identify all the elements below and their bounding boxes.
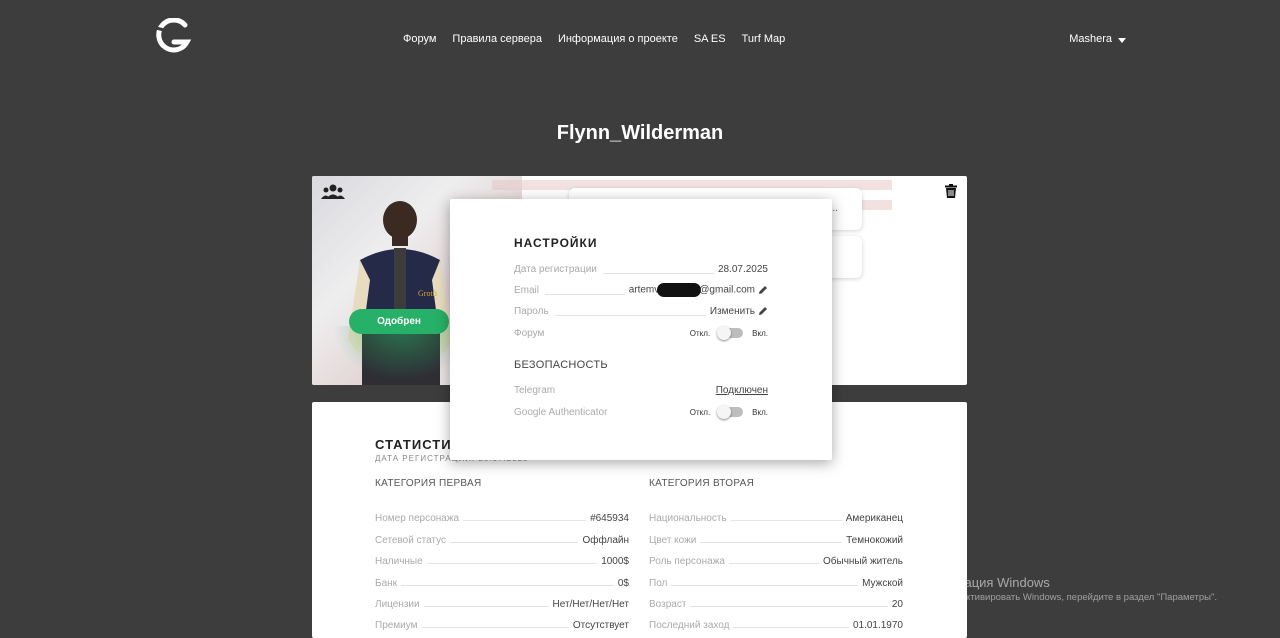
- stat-row: Наличные 1000$: [375, 546, 629, 567]
- toggle-on-label: Вкл.: [752, 407, 768, 417]
- password-row: Пароль Изменить: [514, 304, 768, 318]
- settings-modal: НАСТРОЙКИ Дата регистрации 28.07.2025 Em…: [450, 199, 832, 460]
- column-title: КАТЕГОРИЯ ВТОРАЯ: [649, 478, 755, 489]
- stat-row: Национальность Американец: [649, 503, 903, 524]
- stat-row: Пол Мужской: [649, 567, 903, 589]
- toggle-off-label: Откл.: [689, 328, 711, 338]
- pencil-icon[interactable]: [758, 285, 768, 295]
- windows-activation-subtitle: Чтобы активировать Windows, перейдите в …: [930, 592, 1217, 603]
- forum-toggle[interactable]: [717, 326, 744, 340]
- stat-row: Сетевой статус Оффлайн: [375, 524, 629, 546]
- stat-label: Пол: [649, 577, 668, 589]
- telegram-label: Telegram: [514, 384, 556, 396]
- settings-title: НАСТРОЙКИ: [514, 236, 598, 250]
- stat-label: Номер персонажа: [375, 513, 460, 525]
- google-auth-row: Google Authenticator Откл. Вкл.: [514, 405, 768, 419]
- stat-label: Наличные: [375, 556, 423, 568]
- change-password-link[interactable]: Изменить: [710, 306, 755, 317]
- stat-row: Банк 0$: [375, 567, 629, 589]
- forum-toggle-group: Откл. Вкл.: [689, 326, 768, 340]
- stat-value: Отсутствует: [572, 620, 629, 632]
- stat-label: Банк: [375, 577, 398, 589]
- stat-row: Возраст 20: [649, 589, 903, 610]
- nav-sa-es[interactable]: SA ES: [694, 33, 726, 45]
- trash-icon[interactable]: [945, 184, 957, 198]
- reg-date-label: Дата регистрации: [514, 263, 597, 275]
- stats-column-second: КАТЕГОРИЯ ВТОРАЯ Национальность Американе…: [649, 478, 903, 631]
- google-auth-toggle-group: Откл. Вкл.: [689, 405, 768, 419]
- stat-value: 0$: [617, 577, 629, 589]
- user-menu[interactable]: Mashera: [1069, 33, 1126, 45]
- status-approved-button[interactable]: Одобрен: [349, 309, 449, 334]
- stat-label: Цвет кожи: [649, 534, 697, 546]
- stat-label: Сетевой статус: [375, 534, 446, 546]
- reg-date-row: Дата регистрации 28.07.2025: [514, 262, 768, 276]
- forum-row: Форум Откл. Вкл.: [514, 326, 768, 340]
- google-auth-label: Google Authenticator: [514, 406, 608, 418]
- email-row: Email artemv @gmail.com: [514, 283, 768, 297]
- g-logo-icon[interactable]: [152, 18, 192, 56]
- toggle-on-label: Вкл.: [752, 328, 768, 338]
- column-title: КАТЕГОРИЯ ПЕРВАЯ: [375, 478, 482, 489]
- password-label: Пароль: [514, 305, 549, 317]
- svg-text:Grotti: Grotti: [418, 289, 438, 298]
- forum-label: Форум: [514, 327, 545, 339]
- stat-label: Лицензии: [375, 598, 420, 610]
- nav-server-rules[interactable]: Правила сервера: [452, 33, 542, 45]
- stat-row: Номер персонажа #645934: [375, 503, 629, 524]
- stat-value: Обычный житель: [823, 556, 903, 568]
- stat-value: Мужской: [862, 577, 903, 589]
- group-icon[interactable]: [321, 184, 345, 200]
- main-nav: Форум Правила сервера Информация о проек…: [403, 33, 801, 45]
- stat-label: Национальность: [649, 513, 727, 525]
- stat-value: #645934: [590, 513, 629, 525]
- stat-row: Лицензии Нет/Нет/Нет/Нет: [375, 589, 629, 610]
- email-value: artemv @gmail.com: [628, 283, 755, 297]
- nav-project-info[interactable]: Информация о проекте: [558, 33, 678, 45]
- windows-activation-title: Активация Windows: [930, 575, 1050, 590]
- stat-value: Американец: [845, 513, 903, 525]
- stat-row: Премиум Отсутствует: [375, 610, 629, 631]
- nav-turf-map[interactable]: Turf Map: [742, 33, 786, 45]
- nav-forum[interactable]: Форум: [403, 33, 436, 45]
- top-header: Форум Правила сервера Информация о проек…: [0, 0, 1280, 80]
- stat-value: 1000$: [601, 556, 629, 568]
- stat-value: Оффлайн: [582, 534, 629, 546]
- stat-row: Цвет кожи Темнокожий: [649, 524, 903, 546]
- pencil-icon[interactable]: [758, 306, 768, 316]
- page-title: Flynn_Wilderman: [556, 122, 724, 144]
- telegram-row: Telegram Подключен: [514, 383, 768, 397]
- stat-label: Возраст: [649, 598, 687, 610]
- user-name: Mashera: [1069, 33, 1112, 45]
- stat-label: Последний заход: [649, 620, 730, 632]
- stat-value: 01.01.1970: [852, 620, 903, 632]
- stat-row: Роль персонажа Обычный житель: [649, 546, 903, 567]
- stats-column-first: КАТЕГОРИЯ ПЕРВАЯ Номер персонажа #645934 …: [375, 478, 629, 631]
- google-auth-toggle[interactable]: [717, 405, 744, 419]
- stats-title: СТАТИСТИК: [375, 437, 461, 452]
- stat-label: Роль персонажа: [649, 556, 725, 568]
- stat-value: Темнокожий: [846, 534, 903, 546]
- security-title: БЕЗОПАСНОСТЬ: [514, 359, 608, 371]
- telegram-connected-link[interactable]: Подключен: [716, 385, 768, 396]
- email-redaction: [657, 283, 702, 297]
- stat-value: Нет/Нет/Нет/Нет: [552, 598, 629, 610]
- email-label: Email: [514, 284, 540, 296]
- chevron-down-icon: [1118, 37, 1126, 43]
- stat-label: Премиум: [375, 620, 418, 632]
- stat-row: Последний заход 01.01.1970: [649, 610, 903, 631]
- reg-date-value: 28.07.2025: [717, 263, 768, 275]
- stat-value: 20: [891, 598, 903, 610]
- toggle-off-label: Откл.: [689, 407, 711, 417]
